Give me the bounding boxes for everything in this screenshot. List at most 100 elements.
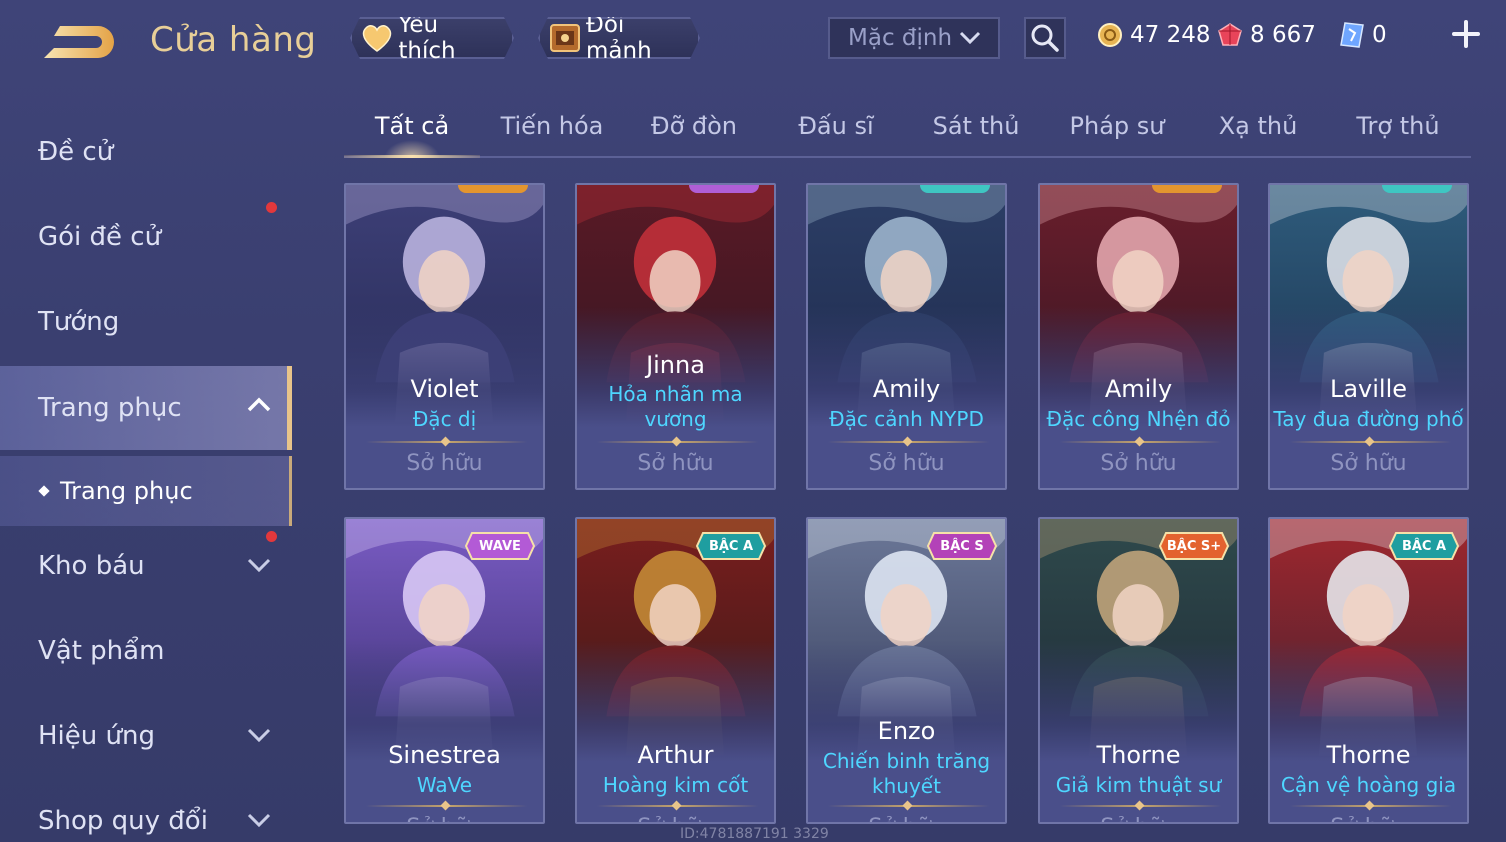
- skin-name: Hoàng kim cốt: [602, 773, 749, 797]
- card-divider: [1060, 441, 1221, 443]
- sidebar-item-featured[interactable]: Đề cử: [0, 112, 292, 192]
- tab-tank[interactable]: Đỡ đòn: [626, 112, 762, 156]
- hero-name: Violet: [410, 375, 479, 403]
- sidebar-item-skins[interactable]: Trang phục: [0, 366, 292, 450]
- skin-name-line2: khuyết: [872, 774, 941, 798]
- sidebar-item-exchange-shop[interactable]: Shop quy đổi: [0, 781, 292, 842]
- card-divider: [597, 441, 758, 443]
- rank-tag: [1382, 185, 1452, 193]
- skin-card[interactable]: Laville Tay đua đường phố Sở hữu: [1268, 183, 1469, 490]
- role-tabs: Tất cả Tiến hóa Đỡ đòn Đấu sĩ Sát thủ Ph…: [344, 100, 1471, 158]
- skin-card[interactable]: BẬC A Thorne Cận vệ hoàng gia Sở hữu: [1268, 517, 1469, 824]
- sidebar-item-label: Tướng: [38, 307, 120, 337]
- skin-card[interactable]: Violet Đặc dị Sở hữu: [344, 183, 545, 490]
- hero-name: Amily: [1104, 375, 1173, 403]
- skin-name: Đặc cảnh NYPD: [829, 407, 984, 431]
- bullet-icon: [38, 485, 50, 497]
- skin-card[interactable]: Amily Đặc công Nhện đỏ Sở hữu: [1038, 183, 1239, 490]
- owned-status: Sở hữu: [1040, 815, 1237, 822]
- sidebar-item-bundles[interactable]: Gói đề cử: [0, 197, 292, 277]
- notification-dot: [266, 531, 277, 542]
- hero-name: Arthur: [637, 741, 714, 769]
- sidebar-item-label: Hiệu ứng: [38, 721, 155, 751]
- active-tab-glow: [384, 140, 440, 158]
- tab-label: Tất cả: [374, 112, 450, 140]
- top-bar: Cửa hàng Yêu thích Đổi mảnh Mặc định 47 …: [0, 0, 1506, 80]
- skin-name: Cận vệ hoàng gia: [1280, 773, 1457, 797]
- badge-text: BẬC S: [940, 538, 984, 554]
- hero-name: Amily: [872, 375, 941, 403]
- skin-card[interactable]: WAVE Sinestrea WaVe Sở hữu: [344, 517, 545, 824]
- card-divider: [1290, 805, 1451, 807]
- tab-evolution[interactable]: Tiến hóa: [484, 112, 620, 156]
- hero-name: Thorne: [1096, 741, 1181, 769]
- chevron-down-icon: [247, 813, 271, 828]
- rank-tag: [458, 185, 528, 193]
- player-id-watermark: ID:4781887191 3329: [680, 826, 829, 842]
- sidebar-item-heroes[interactable]: Tướng: [0, 282, 292, 362]
- sidebar-subitem-skins[interactable]: Trang phục: [0, 456, 292, 526]
- voucher-icon: [1338, 21, 1366, 49]
- card-divider: [1060, 805, 1221, 807]
- tab-label: Sát thủ: [932, 112, 1020, 140]
- skin-card[interactable]: BẬC S+ Thorne Giả kim thuật sư Sở hữu: [1038, 517, 1239, 824]
- owned-status: Sở hữu: [577, 815, 774, 822]
- owned-status: Sở hữu: [808, 815, 1005, 822]
- exchange-shards-button[interactable]: Đổi mảnh: [538, 17, 700, 59]
- badge-text: BẬC A: [1401, 538, 1447, 554]
- skin-name-line2: vương: [644, 407, 707, 431]
- skin-badge: BẬC S+: [1158, 531, 1230, 561]
- sidebar-item-label: Trang phục: [38, 393, 182, 423]
- card-divider: [366, 441, 527, 443]
- badge-text: BẬC S+: [1166, 538, 1222, 554]
- sort-dropdown[interactable]: Mặc định: [828, 17, 1000, 59]
- skin-grid: Violet Đặc dị Sở hữu Jinna Hỏa nhãn ma v…: [344, 183, 1470, 842]
- skin-name-line1: Chiến binh trăng: [822, 749, 991, 773]
- sidebar-item-label: Kho báu: [38, 551, 145, 581]
- card-divider: [366, 805, 527, 807]
- tab-label: Đỡ đòn: [650, 112, 738, 140]
- tab-mage[interactable]: Pháp sư: [1049, 112, 1185, 156]
- tab-marksman[interactable]: Xạ thủ: [1190, 112, 1326, 156]
- gold-value: 47 248: [1130, 22, 1211, 48]
- voucher-currency: 0: [1338, 18, 1387, 52]
- skin-card[interactable]: Jinna Hỏa nhãn ma vương Sở hữu: [575, 183, 776, 490]
- favorites-button[interactable]: Yêu thích: [350, 17, 514, 59]
- owned-status: Sở hữu: [868, 451, 945, 476]
- skin-card[interactable]: Amily Đặc cảnh NYPD Sở hữu: [806, 183, 1007, 490]
- skin-badge: BẬC S: [926, 531, 998, 561]
- sidebar-item-label: Gói đề cử: [38, 222, 162, 252]
- tab-label: Đấu sĩ: [798, 112, 874, 140]
- chevron-down-icon: [247, 728, 271, 743]
- skin-name: Giả kim thuật sư: [1055, 773, 1222, 797]
- sidebar-item-label: Đề cử: [38, 137, 114, 167]
- tab-support[interactable]: Trợ thủ: [1330, 112, 1466, 156]
- rank-tag: [1152, 185, 1222, 193]
- tab-fighter[interactable]: Đấu sĩ: [768, 112, 904, 156]
- page-title: Cửa hàng: [150, 20, 317, 60]
- hero-name: Jinna: [646, 351, 705, 379]
- sidebar-item-treasure[interactable]: Kho báu: [0, 526, 292, 606]
- chevron-down-icon: [247, 558, 271, 573]
- skin-name: Đặc dị: [412, 407, 477, 431]
- notification-dot: [266, 202, 277, 213]
- sidebar-item-effects[interactable]: Hiệu ứng: [0, 696, 292, 776]
- tab-label: Trợ thủ: [1356, 112, 1440, 140]
- owned-status: Sở hữu: [406, 451, 483, 476]
- skin-card[interactable]: BẬC A Arthur Hoàng kim cốt Sở hữu: [575, 517, 776, 824]
- favorites-label: Yêu thích: [398, 12, 456, 64]
- search-button[interactable]: [1024, 17, 1066, 59]
- sidebar-subitem-label: Trang phục: [60, 477, 193, 505]
- owned-status: Sở hữu: [1100, 451, 1177, 476]
- sidebar-item-items[interactable]: Vật phẩm: [0, 611, 292, 691]
- gem-value: 8 667: [1250, 22, 1316, 48]
- owned-status: Sở hữu: [1330, 451, 1407, 476]
- back-arrow-icon[interactable]: [38, 18, 118, 66]
- gem-currency: 8 667: [1216, 18, 1316, 52]
- skin-name: WaVe: [416, 773, 473, 797]
- skin-card[interactable]: BẬC S Enzo Chiến binh trăng khuyết Sở hữ…: [806, 517, 1007, 824]
- tab-label: Tiến hóa: [500, 112, 604, 140]
- plus-icon[interactable]: [1448, 16, 1484, 52]
- tab-assassin[interactable]: Sát thủ: [908, 112, 1044, 156]
- sidebar-item-label: Shop quy đổi: [38, 806, 208, 836]
